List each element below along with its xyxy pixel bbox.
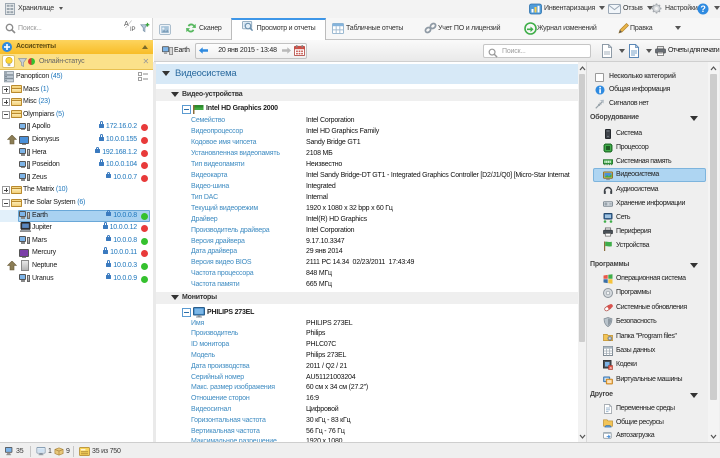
svg-text:?: ? — [700, 4, 705, 14]
